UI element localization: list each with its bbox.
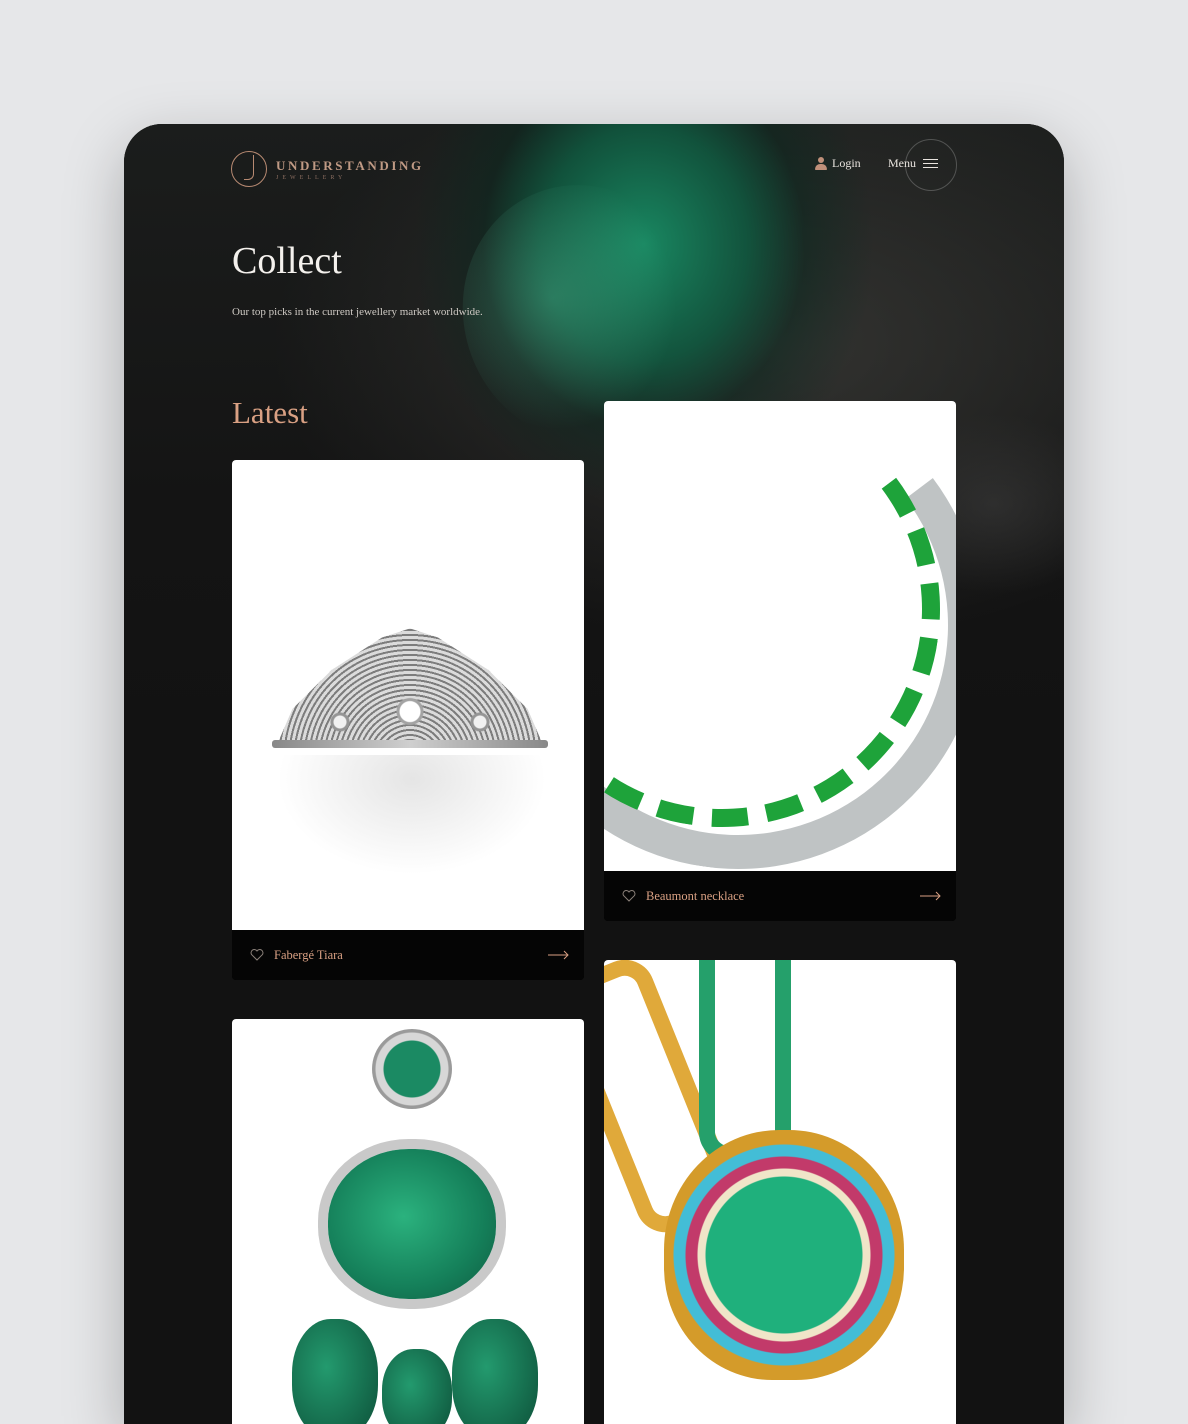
- card-footer: Beaumont necklace: [604, 871, 956, 921]
- menu-button[interactable]: Menu: [888, 156, 938, 171]
- tiara-reflection: [277, 755, 547, 875]
- section-title: Latest: [232, 395, 308, 430]
- logo-mark-icon: [231, 151, 267, 187]
- brand-logo[interactable]: UNDERSTANDING JEWELLERY: [231, 151, 424, 187]
- pendant-drop: [452, 1319, 538, 1424]
- pendant-drop: [292, 1319, 378, 1424]
- page-title: Collect: [232, 240, 342, 282]
- user-icon: [815, 157, 827, 170]
- arrow-right-icon[interactable]: [548, 950, 570, 960]
- product-image-pendant: [232, 1019, 584, 1424]
- product-name: Beaumont necklace: [646, 888, 745, 903]
- heart-icon[interactable]: [250, 949, 264, 961]
- product-card-heart-emerald[interactable]: [604, 960, 956, 1424]
- menu-label: Menu: [888, 156, 916, 170]
- pendant-drop: [382, 1349, 452, 1424]
- product-name: Fabergé Tiara: [274, 947, 343, 962]
- arrow-right-icon[interactable]: [920, 891, 942, 901]
- product-image-tiara: [232, 460, 584, 930]
- heart-emerald-setting: [664, 1130, 904, 1380]
- product-card-faberge-tiara[interactable]: Fabergé Tiara: [232, 460, 584, 980]
- product-card-emerald-pendant[interactable]: [232, 1019, 584, 1424]
- hamburger-icon: [923, 156, 938, 171]
- login-label: Login: [832, 156, 861, 170]
- product-card-beaumont-necklace[interactable]: Beaumont necklace: [604, 401, 956, 921]
- product-image-necklace: [604, 401, 956, 871]
- tiara-shape: [275, 628, 545, 748]
- page-subtitle: Our top picks in the current jewellery m…: [232, 306, 483, 318]
- heart-icon[interactable]: [622, 890, 636, 902]
- card-footer: Fabergé Tiara: [232, 930, 584, 980]
- login-link[interactable]: Login: [815, 156, 861, 171]
- pendant-main-emerald: [328, 1149, 496, 1299]
- logo-title: UNDERSTANDING: [276, 157, 424, 173]
- app-frame: UNDERSTANDING JEWELLERY Login Menu Colle…: [124, 124, 1064, 1424]
- logo-subtitle: JEWELLERY: [276, 174, 347, 181]
- tiara-band: [272, 740, 548, 748]
- pendant-top-stone: [372, 1029, 452, 1109]
- logo-text: UNDERSTANDING JEWELLERY: [276, 158, 424, 181]
- product-image-heart-necklace: [604, 960, 956, 1424]
